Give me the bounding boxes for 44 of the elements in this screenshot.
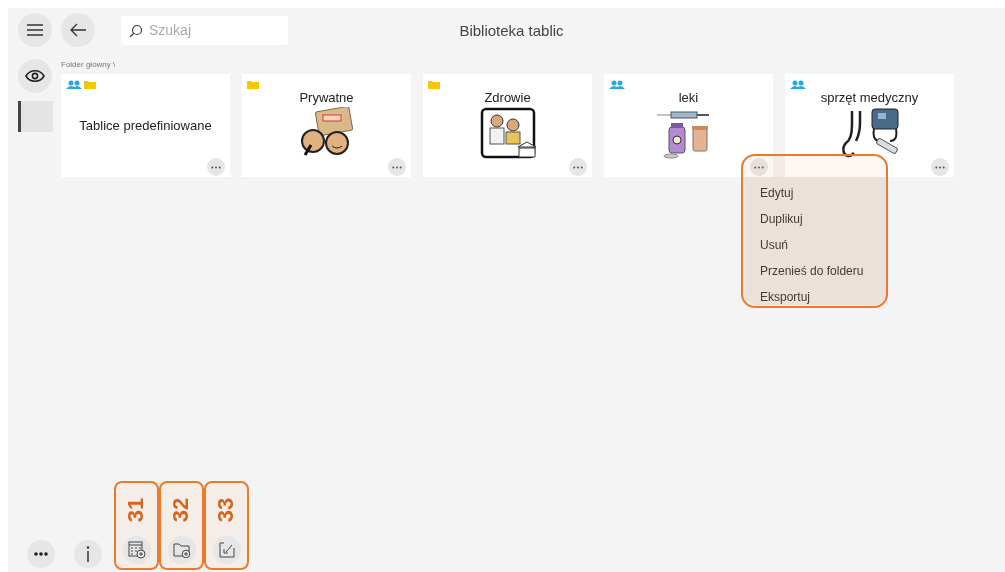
board-title: Tablice predefiniowane: [79, 118, 212, 133]
info-icon: [86, 546, 90, 562]
search-icon: [129, 23, 143, 38]
menu-item[interactable]: Edytuj: [745, 180, 886, 206]
board-title: sprzęt medyczny: [820, 90, 919, 105]
board-title: leki: [678, 90, 699, 105]
more-icon: [34, 552, 48, 556]
import-icon: [218, 542, 235, 558]
more-icon: [573, 165, 583, 169]
more-icon: [392, 165, 402, 169]
menu-button[interactable]: [18, 13, 52, 47]
new-folder-button[interactable]: [167, 536, 196, 564]
view-button[interactable]: [18, 59, 52, 93]
back-arrow-icon: [69, 23, 87, 37]
more-icon: [211, 165, 221, 169]
window-title: Biblioteka tablic: [459, 21, 564, 39]
more-button[interactable]: [27, 540, 55, 568]
back-button[interactable]: [61, 13, 95, 47]
board-title: Prywatne: [299, 90, 354, 105]
board-title: Zdrowie: [484, 90, 531, 105]
grid-plus-icon: [127, 541, 146, 559]
board-card[interactable]: leki: [604, 74, 773, 177]
more-icon: [754, 165, 764, 169]
breadcrumb[interactable]: Folder główny \: [61, 60, 1005, 74]
import-button[interactable]: [212, 536, 241, 564]
more-icon: [935, 165, 945, 169]
new-board-button[interactable]: [122, 536, 151, 564]
menu-item[interactable]: Przenieś do folderu: [745, 258, 886, 284]
callout-number: 31: [123, 497, 150, 523]
folder-plus-icon: [172, 542, 191, 558]
nav-item[interactable]: [18, 101, 53, 132]
menu-item[interactable]: Usuń: [745, 232, 886, 258]
info-button[interactable]: [74, 540, 102, 568]
menu-icon: [26, 23, 44, 37]
board-card[interactable]: Tablice predefiniowane: [61, 74, 230, 177]
callout-number: 32: [168, 497, 195, 523]
board-card[interactable]: Zdrowie: [423, 74, 592, 177]
board-card[interactable]: sprzęt medyczny: [785, 74, 954, 177]
eye-icon: [25, 69, 45, 83]
search-field[interactable]: Szukaj: [121, 15, 288, 45]
menu-item[interactable]: Eksportuj: [745, 284, 886, 310]
menu-item[interactable]: Duplikuj: [745, 206, 886, 232]
board-card[interactable]: Prywatne: [242, 74, 411, 177]
callout-number: 33: [213, 497, 240, 523]
